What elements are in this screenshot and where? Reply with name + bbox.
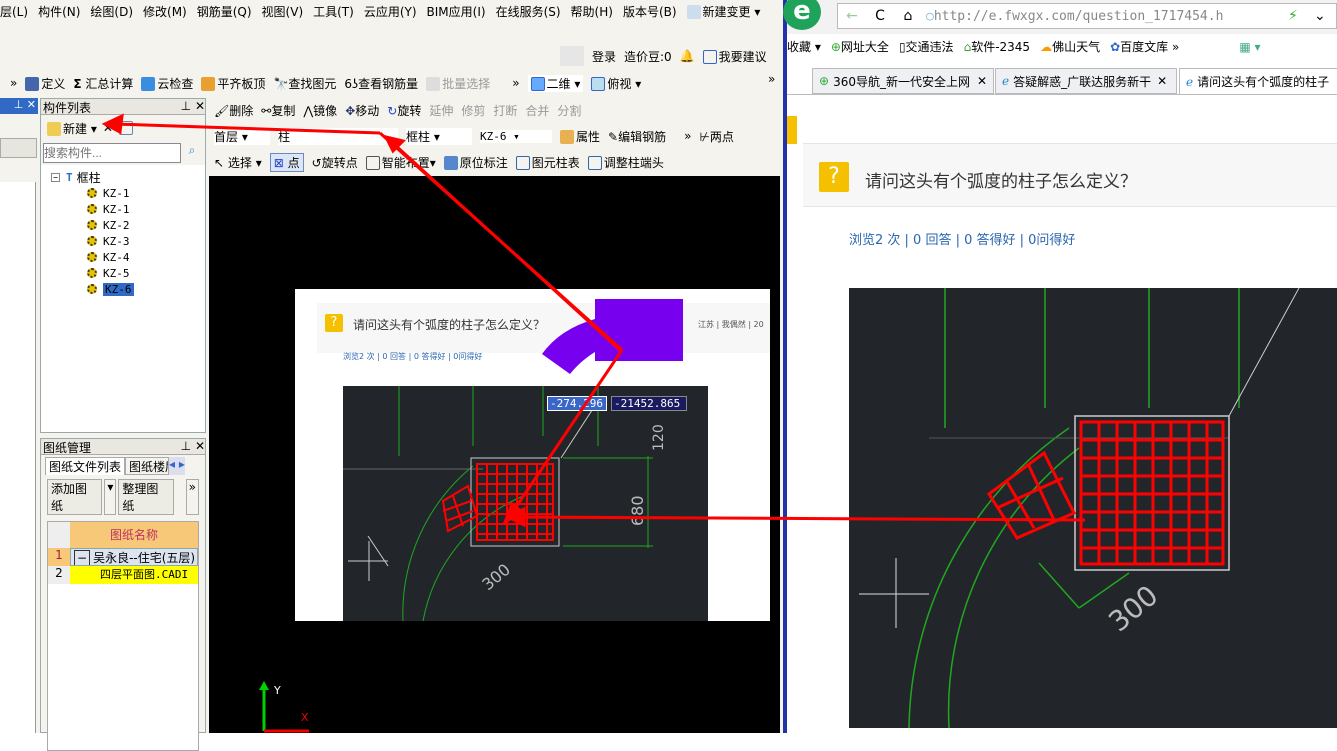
annotation-arrows	[101, 113, 1086, 528]
